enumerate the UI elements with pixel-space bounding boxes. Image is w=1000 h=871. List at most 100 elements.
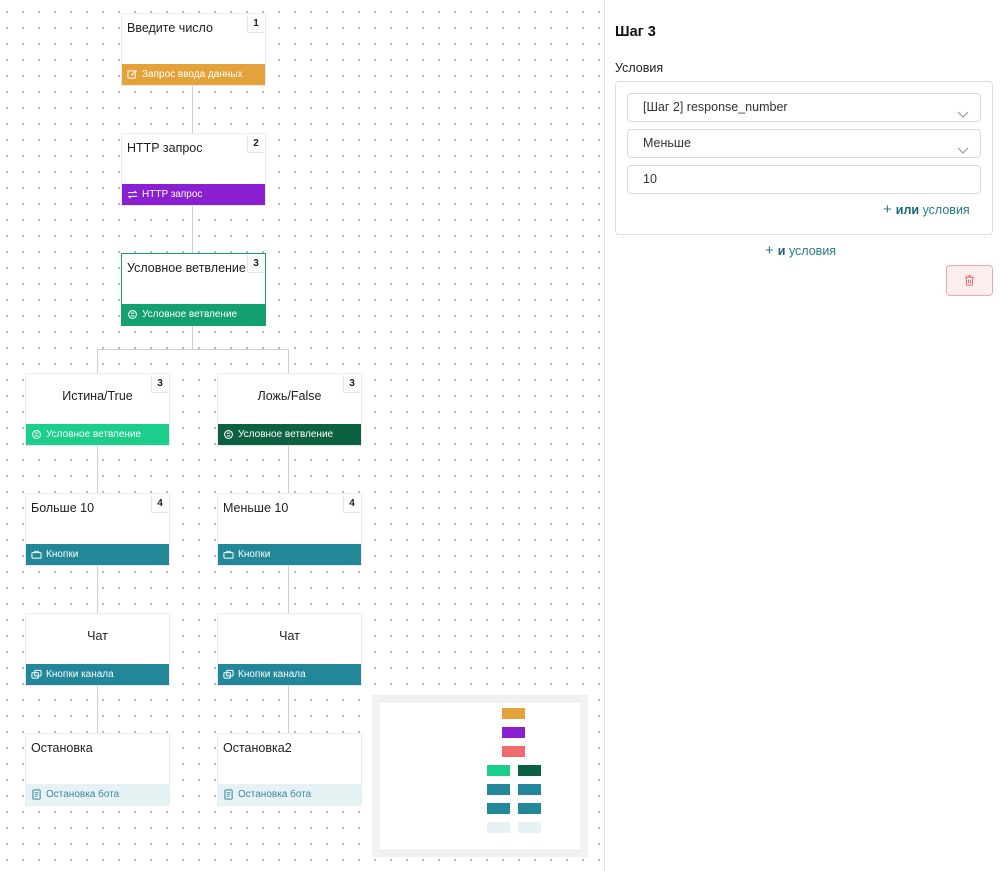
- flow-canvas[interactable]: Введите число 1 Запрос ввода данных HTTP…: [0, 0, 604, 871]
- edit-icon: [127, 69, 138, 80]
- flow-node-condition[interactable]: Условное ветвление 3 Условное ветвление: [122, 254, 265, 325]
- buttons-icon: [31, 549, 42, 560]
- connector: [288, 349, 289, 374]
- connector: [97, 349, 289, 350]
- connector: [192, 325, 193, 349]
- node-type-label: Условное ветвление: [46, 429, 142, 440]
- connector: [288, 685, 289, 734]
- node-title: Чат: [279, 629, 300, 643]
- node-title: Чат: [87, 629, 108, 643]
- minimap-node: [487, 765, 510, 776]
- swap-arrows-icon: [127, 189, 138, 200]
- connector: [97, 565, 98, 614]
- minimap-node: [518, 765, 541, 776]
- node-title: Меньше 10: [223, 501, 289, 515]
- flow-node-bot-stop[interactable]: Остановка2 Остановка бота: [218, 734, 361, 805]
- node-title: Введите число: [127, 21, 213, 35]
- step-number-badge: 1: [247, 15, 264, 33]
- minimap-node: [502, 708, 525, 719]
- step-number-badge: 3: [151, 375, 168, 393]
- flow-node-channel-buttons[interactable]: Чат Кнопки канала: [26, 614, 169, 685]
- value-input[interactable]: 10: [627, 165, 981, 194]
- branch-icon: [31, 429, 42, 440]
- minimap-node: [518, 784, 541, 795]
- minimap-viewport[interactable]: [380, 703, 580, 849]
- flow-node-buttons[interactable]: Больше 10 4 Кнопки: [26, 494, 169, 565]
- flow-node-input-request[interactable]: Введите число 1 Запрос ввода данных: [122, 14, 265, 85]
- panel-title: Шаг 3: [615, 24, 656, 40]
- minimap-node: [487, 784, 510, 795]
- branch-icon: [127, 309, 138, 320]
- node-type-label: Кнопки: [46, 549, 79, 560]
- delete-button[interactable]: [946, 265, 993, 296]
- minimap-node: [502, 746, 525, 757]
- add-or-condition-button[interactable]: + или условия: [883, 201, 970, 218]
- step-number-badge: 3: [247, 255, 264, 273]
- branch-icon: [223, 429, 234, 440]
- operator-select-value: Меньше: [643, 136, 691, 150]
- node-footer: Остановка бота: [26, 784, 169, 805]
- node-type-label: HTTP запрос: [142, 189, 203, 200]
- add-and-condition-button[interactable]: + и условия: [765, 242, 836, 259]
- buttons-icon: [223, 549, 234, 560]
- trash-icon: [963, 274, 976, 287]
- node-footer: HTTP запрос: [122, 184, 265, 205]
- node-type-label: Остановка бота: [46, 789, 120, 800]
- plus-icon: +: [765, 242, 774, 259]
- node-footer: Запрос ввода данных: [122, 64, 265, 85]
- node-title: Ложь/False: [257, 389, 322, 403]
- flow-node-false-branch[interactable]: Ложь/False 3 Условное ветвление: [218, 374, 361, 445]
- node-type-label: Кнопки канала: [238, 669, 306, 680]
- connector: [97, 349, 98, 374]
- plus-icon: +: [883, 201, 892, 218]
- step-number-badge: 3: [343, 375, 360, 393]
- connector: [192, 85, 193, 135]
- node-title: Истина/True: [62, 389, 133, 403]
- channel-buttons-icon: [223, 669, 234, 680]
- step-number-badge: 4: [343, 495, 360, 513]
- operator-select[interactable]: Меньше: [627, 129, 981, 158]
- node-footer: Кнопки канала: [218, 664, 361, 685]
- conditions-label: Условия: [615, 61, 664, 75]
- connector: [288, 445, 289, 494]
- node-footer: Условное ветвление: [122, 304, 265, 325]
- flow-node-channel-buttons[interactable]: Чат Кнопки канала: [218, 614, 361, 685]
- node-type-label: Запрос ввода данных: [142, 69, 243, 80]
- flow-node-bot-stop[interactable]: Остановка Остановка бота: [26, 734, 169, 805]
- chevron-down-icon: [957, 102, 969, 118]
- connector: [192, 205, 193, 254]
- node-title: Условное ветвление: [127, 261, 246, 275]
- minimap-node: [487, 803, 510, 814]
- step-number-badge: 4: [151, 495, 168, 513]
- node-type-label: Остановка бота: [238, 789, 312, 800]
- node-footer: Условное ветвление: [26, 424, 169, 445]
- or-link-text: условия: [922, 203, 970, 217]
- and-keyword: и: [777, 244, 786, 258]
- node-type-label: Условное ветвление: [142, 309, 238, 320]
- minimap-node: [502, 727, 525, 738]
- chevron-down-icon: [957, 138, 969, 154]
- minimap-node: [487, 822, 510, 833]
- document-icon: [223, 789, 234, 800]
- and-link-text: условия: [788, 244, 837, 258]
- minimap[interactable]: [372, 695, 588, 857]
- flow-node-buttons[interactable]: Меньше 10 4 Кнопки: [218, 494, 361, 565]
- node-title: HTTP запрос: [127, 141, 203, 155]
- node-type-label: Кнопки: [238, 549, 271, 560]
- flow-node-true-branch[interactable]: Истина/True 3 Условное ветвление: [26, 374, 169, 445]
- node-title: Остановка2: [223, 741, 292, 755]
- connector: [288, 565, 289, 614]
- panel-divider: [604, 0, 605, 871]
- channel-buttons-icon: [31, 669, 42, 680]
- variable-select[interactable]: [Шаг 2] response_number: [627, 93, 981, 122]
- node-type-label: Условное ветвление: [238, 429, 334, 440]
- node-title: Больше 10: [31, 501, 95, 515]
- node-footer: Условное ветвление: [218, 424, 361, 445]
- node-footer: Кнопки: [218, 544, 361, 565]
- connector: [97, 445, 98, 494]
- node-footer: Кнопки канала: [26, 664, 169, 685]
- flow-node-http-request[interactable]: HTTP запрос 2 HTTP запрос: [122, 134, 265, 205]
- or-keyword: или: [895, 203, 920, 217]
- variable-select-value: [Шаг 2] response_number: [643, 100, 788, 114]
- minimap-node: [518, 822, 541, 833]
